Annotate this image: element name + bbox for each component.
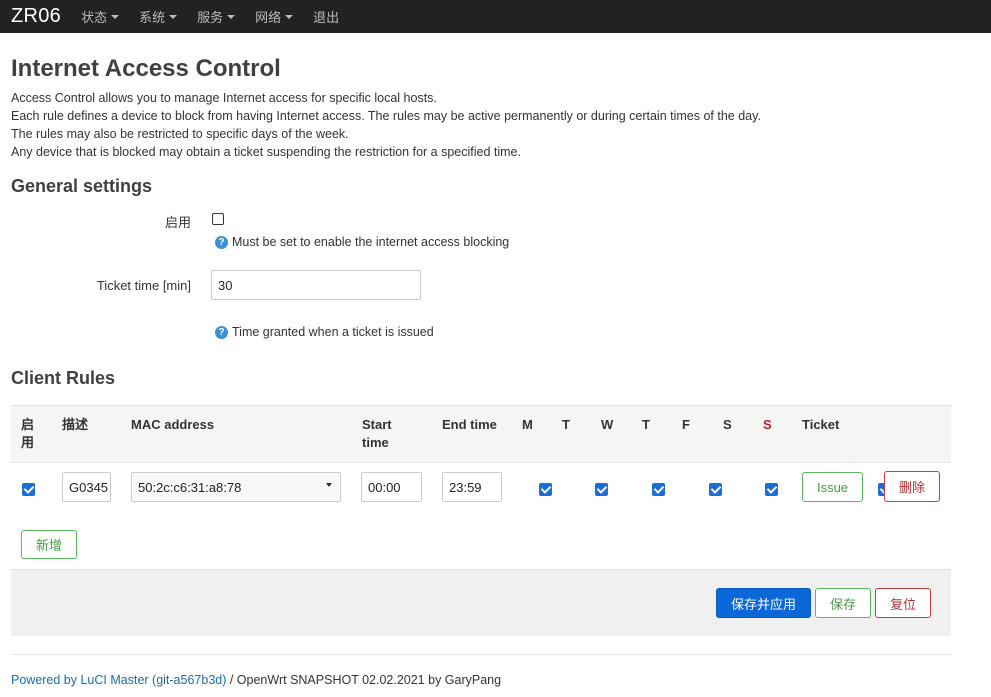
description-line: Access Control allows you to manage Inte… bbox=[11, 91, 437, 105]
table-row: G0345 50:2c:c6:31:a8:78 00:00 23:59 Issu… bbox=[11, 462, 951, 517]
actions-bar: 保存并应用 保存 复位 bbox=[11, 569, 951, 636]
luci-link[interactable]: Powered by LuCI Master (git-a567b3d) bbox=[11, 673, 226, 687]
caret-down-icon bbox=[326, 483, 332, 487]
menu-network-label: 网络 bbox=[255, 10, 282, 25]
header-fri: F bbox=[682, 417, 690, 432]
row-day-mon-checkbox[interactable] bbox=[538, 483, 552, 496]
menu-status[interactable]: 状态 bbox=[81, 7, 120, 26]
menu-status-label: 状态 bbox=[81, 10, 108, 25]
table-header: 启 用 描述 MAC address Start time End time M… bbox=[11, 405, 951, 463]
chevron-down-icon bbox=[111, 15, 120, 19]
row-description-input[interactable]: G0345 bbox=[62, 472, 111, 502]
row-mac-select[interactable]: 50:2c:c6:31:a8:78 bbox=[131, 472, 341, 502]
description-line: Any device that is blocked may obtain a … bbox=[11, 145, 521, 159]
add-rule-button[interactable]: 新增 bbox=[21, 530, 77, 559]
header-enable: 启 用 bbox=[21, 417, 35, 450]
reset-button[interactable]: 复位 bbox=[875, 588, 931, 618]
row-day-wed-checkbox[interactable] bbox=[651, 483, 665, 496]
ticket-time-help: ? Time granted when a ticket is issued bbox=[215, 325, 434, 339]
chevron-down-icon bbox=[227, 15, 236, 19]
chevron-down-icon bbox=[285, 15, 294, 19]
description-line: Each rule defines a device to block from… bbox=[11, 109, 761, 123]
ticket-time-label: Ticket time [min] bbox=[96, 278, 191, 293]
header-mac: MAC address bbox=[131, 417, 215, 432]
menu-logout-label: 退出 bbox=[313, 10, 340, 25]
row-day-thu-checkbox[interactable] bbox=[708, 483, 722, 496]
brand-logo[interactable]: ZR06 bbox=[11, 5, 61, 28]
row-end-time-input[interactable]: 23:59 bbox=[442, 472, 502, 502]
general-settings-title: General settings bbox=[11, 176, 153, 196]
chevron-down-icon bbox=[169, 15, 178, 19]
header-start-time: Start time bbox=[362, 417, 392, 450]
row-day-tue-checkbox[interactable] bbox=[595, 483, 609, 496]
menu-system[interactable]: 系统 bbox=[139, 7, 178, 26]
help-icon: ? bbox=[215, 325, 228, 339]
ticket-time-input[interactable]: 30 bbox=[211, 270, 421, 300]
header-mon: M bbox=[522, 417, 533, 432]
menu-services-label: 服务 bbox=[197, 10, 224, 25]
row-enable-checkbox[interactable] bbox=[22, 483, 35, 496]
page-description: Access Control allows you to manage Inte… bbox=[11, 89, 761, 161]
enable-help-text: Must be set to enable the internet acces… bbox=[232, 235, 510, 249]
enable-label: 启用 bbox=[164, 215, 191, 230]
enable-help: ? Must be set to enable the internet acc… bbox=[215, 235, 509, 249]
issue-ticket-button[interactable]: Issue bbox=[802, 472, 863, 502]
row-start-time-input[interactable]: 00:00 bbox=[361, 472, 422, 502]
header-end-time: End time bbox=[442, 417, 497, 432]
footer-divider bbox=[11, 654, 951, 655]
header-tue: T bbox=[562, 417, 570, 432]
help-icon: ? bbox=[215, 235, 228, 249]
footer-version-text: / OpenWrt SNAPSHOT 02.02.2021 by GaryPan… bbox=[226, 673, 502, 687]
top-navbar: ZR06 状态 系统 服务 网络 退出 bbox=[0, 0, 991, 33]
header-thu: T bbox=[642, 417, 650, 432]
main-menu: 状态 系统 服务 网络 退出 bbox=[81, 7, 359, 26]
page-title: Internet Access Control bbox=[11, 55, 281, 82]
row-end-time-value: 23:59 bbox=[449, 479, 482, 495]
enable-checkbox[interactable] bbox=[212, 213, 224, 225]
header-sat: S bbox=[723, 417, 732, 432]
header-description: 描述 bbox=[62, 417, 89, 432]
menu-network[interactable]: 网络 bbox=[255, 7, 294, 26]
menu-system-label: 系统 bbox=[139, 10, 166, 25]
header-wed: W bbox=[601, 417, 614, 432]
save-button[interactable]: 保存 bbox=[815, 588, 871, 618]
client-rules-title: Client Rules bbox=[11, 368, 116, 388]
header-ticket: Ticket bbox=[802, 417, 840, 432]
ticket-time-value: 30 bbox=[218, 277, 233, 293]
delete-rule-button[interactable]: 删除 bbox=[884, 471, 940, 502]
menu-services[interactable]: 服务 bbox=[197, 7, 236, 26]
header-sun: S bbox=[763, 417, 772, 432]
row-description-value: G0345 bbox=[69, 479, 109, 495]
page-footer: Powered by LuCI Master (git-a567b3d) / O… bbox=[11, 673, 501, 687]
ticket-time-help-text: Time granted when a ticket is issued bbox=[232, 325, 434, 339]
description-line: The rules may also be restricted to spec… bbox=[11, 127, 349, 141]
row-mac-value: 50:2c:c6:31:a8:78 bbox=[138, 479, 242, 495]
row-day-fri-checkbox[interactable] bbox=[765, 483, 779, 496]
save-apply-button[interactable]: 保存并应用 bbox=[716, 588, 811, 618]
row-start-time-value: 00:00 bbox=[368, 479, 401, 495]
menu-logout[interactable]: 退出 bbox=[313, 7, 339, 26]
